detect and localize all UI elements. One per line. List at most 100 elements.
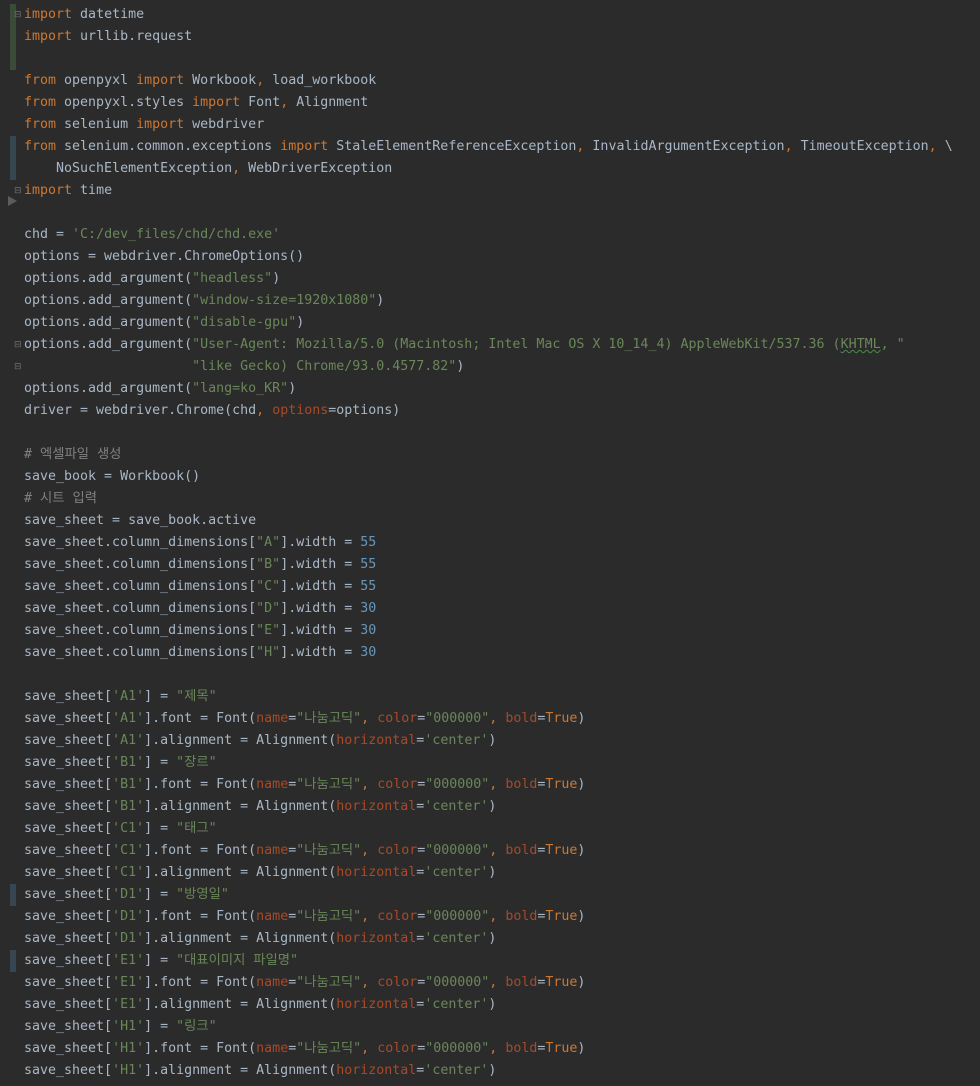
code-line[interactable]: save_sheet.column_dimensions["D"].width …	[24, 598, 980, 620]
code-token: 'D1'	[112, 887, 145, 902]
code-line[interactable]: from selenium import webdriver	[24, 114, 980, 136]
code-token: \	[936, 139, 953, 154]
code-token: import	[192, 95, 241, 110]
code-line[interactable]: save_sheet.column_dimensions["B"].width …	[24, 554, 980, 576]
code-line[interactable]: save_sheet['B1'].font = Font(name="나눔고딕"…	[24, 774, 980, 796]
code-token: True	[545, 777, 578, 792]
code-token: )	[577, 777, 586, 792]
code-line[interactable]	[24, 202, 980, 224]
fold-start-icon[interactable]: ⊟	[14, 10, 22, 20]
code-token: ,	[784, 139, 793, 154]
code-line[interactable]: save_sheet.column_dimensions["C"].width …	[24, 576, 980, 598]
code-token: )	[577, 843, 586, 858]
code-token: "대표이미지 파일명"	[176, 953, 299, 968]
code-token: import	[24, 183, 73, 198]
code-line[interactable]: save_sheet['D1'] = "방영일"	[24, 884, 980, 906]
code-line[interactable]: options.add_argument("disable-gpu")	[24, 312, 980, 334]
code-token: save_sheet[	[24, 777, 113, 792]
code-token: save_sheet.column_dimensions[	[24, 557, 257, 572]
code-token: "B"	[256, 557, 281, 572]
bookmark-arrow-icon[interactable]	[8, 196, 17, 206]
code-line[interactable]	[24, 422, 980, 444]
code-line[interactable]: from selenium.common.exceptions import S…	[24, 136, 980, 158]
fold-end-icon[interactable]: ⊟	[14, 186, 22, 196]
code-area[interactable]: import datetime import urllib.request fro…	[24, 4, 980, 1082]
fold-start-icon[interactable]: ⊟	[14, 340, 22, 350]
code-token: name	[256, 1041, 289, 1056]
code-token: 55	[360, 557, 377, 572]
code-line[interactable]: save_sheet['E1'] = "대표이미지 파일명"	[24, 950, 980, 972]
code-token: 'center'	[424, 1063, 489, 1078]
code-token: 'E1'	[112, 953, 145, 968]
fold-end-icon[interactable]: ⊟	[14, 362, 22, 372]
code-line[interactable]: options = webdriver.ChromeOptions()	[24, 246, 980, 268]
code-line[interactable]: from openpyxl.styles import Font, Alignm…	[24, 92, 980, 114]
code-line[interactable]	[24, 664, 980, 686]
code-token: save_sheet[	[24, 843, 113, 858]
code-line[interactable]: driver = webdriver.Chrome(chd, options=o…	[24, 400, 980, 422]
code-line[interactable]: "like Gecko) Chrome/93.0.4577.82")	[24, 356, 980, 378]
code-token: Alignment	[288, 95, 369, 110]
code-line[interactable]: options.add_argument("headless")	[24, 268, 980, 290]
vcs-changed-marker[interactable]	[10, 950, 16, 972]
code-token: time	[72, 183, 113, 198]
code-token: "disable-gpu"	[192, 315, 297, 330]
code-line[interactable]: save_sheet['A1'] = "제목"	[24, 686, 980, 708]
code-line[interactable]	[24, 48, 980, 70]
code-token: InvalidArgumentException	[584, 139, 785, 154]
code-token: bold	[505, 1041, 538, 1056]
code-token: save_sheet[	[24, 1063, 113, 1078]
code-token: "나눔고딕"	[296, 975, 362, 990]
code-line[interactable]: from openpyxl import Workbook, load_work…	[24, 70, 980, 92]
code-line[interactable]: save_sheet['A1'].font = Font(name="나눔고딕"…	[24, 708, 980, 730]
code-token: ].width =	[280, 601, 361, 616]
code-line[interactable]: save_sheet['C1'].font = Font(name="나눔고딕"…	[24, 840, 980, 862]
code-line[interactable]: save_sheet['C1'] = "태그"	[24, 818, 980, 840]
code-line[interactable]: save_sheet.column_dimensions["A"].width …	[24, 532, 980, 554]
code-line[interactable]: save_sheet.column_dimensions["H"].width …	[24, 642, 980, 664]
code-token: Font	[240, 95, 281, 110]
code-line[interactable]: # 엑셀파일 생성	[24, 444, 980, 466]
code-line[interactable]: save_sheet['H1'].alignment = Alignment(h…	[24, 1060, 980, 1082]
code-line[interactable]: options.add_argument("window-size=1920x1…	[24, 290, 980, 312]
code-line[interactable]: import time	[24, 180, 980, 202]
code-line[interactable]: save_sheet.column_dimensions["E"].width …	[24, 620, 980, 642]
code-line[interactable]: import urllib.request	[24, 26, 980, 48]
code-line[interactable]: save_sheet['E1'].font = Font(name="나눔고딕"…	[24, 972, 980, 994]
code-line[interactable]: import datetime	[24, 4, 980, 26]
code-token: "태그"	[176, 821, 217, 836]
code-editor[interactable]: ⊟ ⊟ ⊟ ⊟ import datetime import urllib.req…	[0, 0, 980, 1086]
vcs-changed-marker[interactable]	[10, 136, 16, 180]
code-line[interactable]: options.add_argument("lang=ko_KR")	[24, 378, 980, 400]
code-token: options.add_argument(	[24, 337, 193, 352]
code-line[interactable]: options.add_argument("User-Agent: Mozill…	[24, 334, 980, 356]
code-token: ,	[361, 711, 370, 726]
code-line[interactable]: save_sheet['C1'].alignment = Alignment(h…	[24, 862, 980, 884]
code-line[interactable]: save_sheet['D1'].alignment = Alignment(h…	[24, 928, 980, 950]
code-line[interactable]: chd = 'C:/dev_files/chd/chd.exe'	[24, 224, 980, 246]
code-line[interactable]: save_sheet['H1'] = "링크"	[24, 1016, 980, 1038]
code-token: save_sheet[	[24, 887, 113, 902]
editor-gutter[interactable]: ⊟ ⊟ ⊟ ⊟	[0, 0, 22, 1086]
code-line[interactable]: NoSuchElementException, WebDriverExcepti…	[24, 158, 980, 180]
code-line[interactable]: save_book = Workbook()	[24, 466, 980, 488]
code-token: color	[377, 975, 418, 990]
code-token: 30	[360, 623, 377, 638]
code-line[interactable]: save_sheet['B1'] = "장르"	[24, 752, 980, 774]
vcs-changed-marker[interactable]	[10, 884, 16, 906]
code-token: ,	[361, 843, 370, 858]
code-line[interactable]: # 시트 입력	[24, 488, 980, 510]
code-token: save_sheet.column_dimensions[	[24, 623, 257, 638]
code-line[interactable]: save_sheet['H1'].font = Font(name="나눔고딕"…	[24, 1038, 980, 1060]
code-line[interactable]: save_sheet['A1'].alignment = Alignment(h…	[24, 730, 980, 752]
code-token: save_sheet.column_dimensions[	[24, 579, 257, 594]
code-token: urllib.request	[72, 29, 193, 44]
code-token: import	[280, 139, 329, 154]
code-token: 'B1'	[112, 755, 145, 770]
code-line[interactable]: save_sheet['B1'].alignment = Alignment(h…	[24, 796, 980, 818]
code-line[interactable]: save_sheet['D1'].font = Font(name="나눔고딕"…	[24, 906, 980, 928]
code-line[interactable]: save_sheet = save_book.active	[24, 510, 980, 532]
code-line[interactable]: save_sheet['E1'].alignment = Alignment(h…	[24, 994, 980, 1016]
code-token: save_sheet[	[24, 689, 113, 704]
